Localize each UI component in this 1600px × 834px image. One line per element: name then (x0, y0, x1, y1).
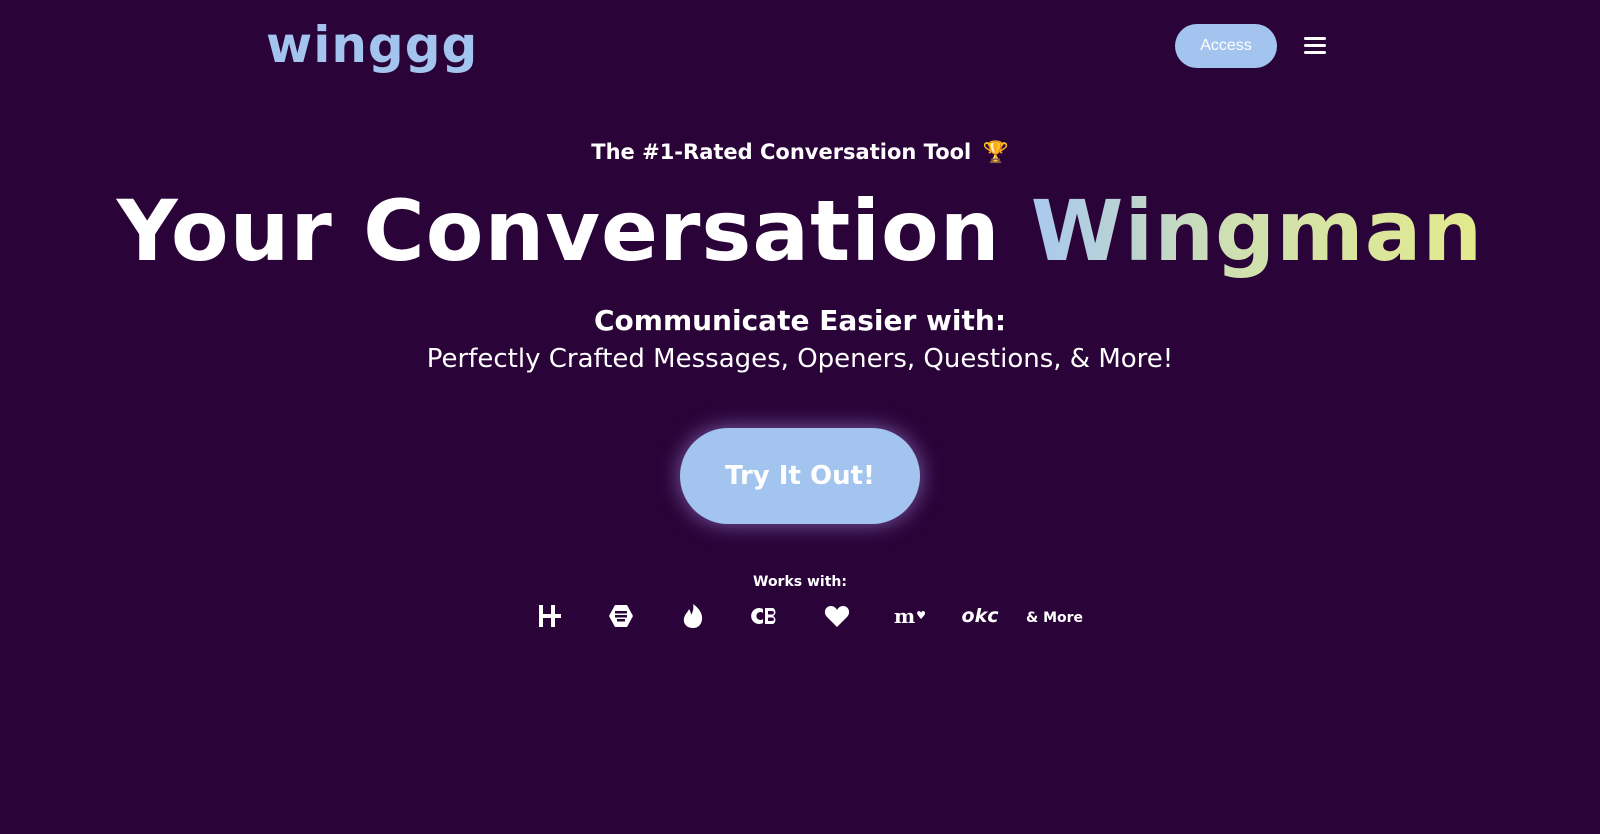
subheading: Communicate Easier with: (593, 304, 1007, 337)
match-icon: m ♥ (893, 604, 927, 628)
tagline-text: The #1-Rated Conversation Tool (591, 140, 972, 164)
access-button[interactable]: Access (1175, 24, 1277, 68)
trophy-icon: 🏆 (982, 140, 1009, 164)
bumble-icon (604, 600, 638, 632)
landing-page: winggg Access The #1-Rated Conversation … (0, 0, 1600, 834)
okcupid-icon: okc (961, 605, 999, 627)
more-apps-label: & More (1026, 610, 1084, 626)
headline-accent: Wingman (1030, 182, 1484, 280)
tagline: The #1-Rated Conversation Tool 🏆 (0, 136, 1600, 168)
heart-icon (820, 600, 854, 632)
subheading-detail: Perfectly Crafted Messages, Openers, Que… (426, 344, 1174, 374)
tinder-icon (676, 600, 710, 632)
logo[interactable]: winggg (266, 10, 478, 80)
try-it-out-button[interactable]: Try It Out! (680, 428, 920, 524)
works-with-label: Works with: (753, 574, 847, 590)
headline-main: Your Conversation (116, 182, 1001, 280)
page-title: Your Conversation Wingman (0, 176, 1600, 286)
hamburger-menu-icon[interactable] (1302, 34, 1328, 58)
hinge-icon (532, 600, 566, 632)
coffee-meets-bagel-icon (748, 600, 782, 632)
